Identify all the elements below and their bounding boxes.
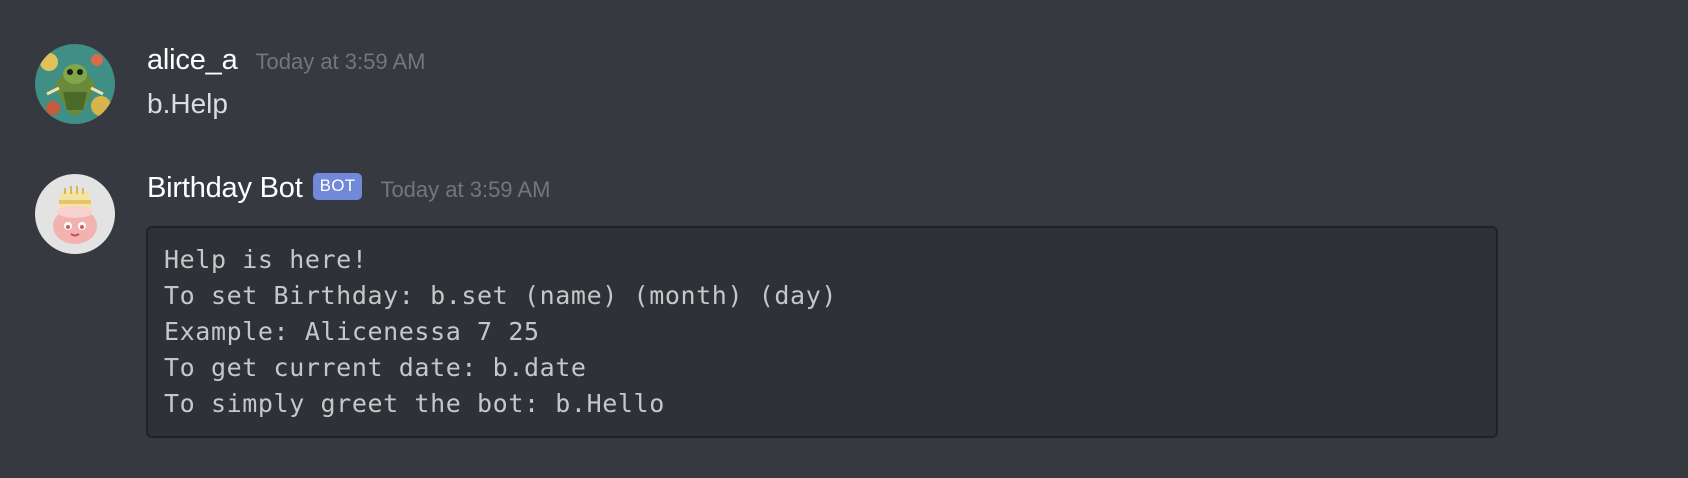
message-item: alice_a Today at 3:59 AM b.Help <box>0 0 1688 140</box>
message-header: alice_a Today at 3:59 AM <box>147 44 426 77</box>
birthday-cake-avatar-icon <box>35 174 115 254</box>
username[interactable]: Birthday Bot <box>147 172 303 205</box>
frog-figure-avatar-icon <box>35 44 115 124</box>
message-header: Birthday Bot BOT Today at 3:59 AM <box>147 172 550 205</box>
username[interactable]: alice_a <box>147 44 238 77</box>
bot-avatar[interactable] <box>35 174 115 254</box>
chat-messages: alice_a Today at 3:59 AM b.Help Birthday <box>0 0 1688 478</box>
message-item: Birthday Bot BOT Today at 3:59 AM Help i… <box>0 140 1688 478</box>
message-text: b.Help <box>147 88 228 119</box>
timestamp: Today at 3:59 AM <box>380 177 551 202</box>
code-block: Help is here! To set Birthday: b.set (nam… <box>146 226 1498 438</box>
user-avatar[interactable] <box>35 44 115 124</box>
code-line: Example: Alicenessa 7 25 <box>164 317 540 346</box>
timestamp: Today at 3:59 AM <box>255 49 426 74</box>
code-line: Help is here! <box>164 245 368 274</box>
code-line: To get current date: b.date <box>164 353 587 382</box>
bot-badge: BOT <box>312 173 363 200</box>
code-line: To set Birthday: b.set (name) (month) (d… <box>164 281 838 310</box>
code-line: To simply greet the bot: b.Hello <box>164 389 665 418</box>
